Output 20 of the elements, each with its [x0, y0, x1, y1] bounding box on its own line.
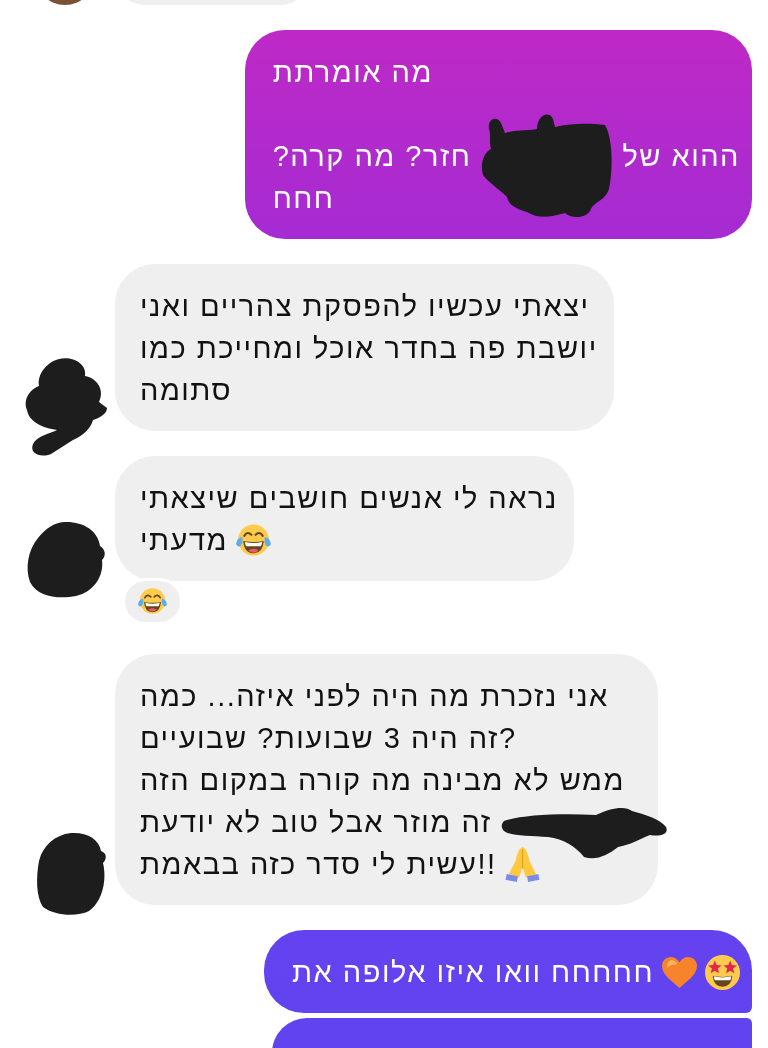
- heart-icon: [662, 954, 697, 990]
- praying-hands-icon: [504, 846, 540, 882]
- message-text: אני נזכרת מה היה לפני איזה... כמה: [140, 679, 609, 714]
- message-text: חחחחח וואו איזו אלופה את: [292, 955, 654, 990]
- message-text: יושבת פה בחדר אוכל ומחייכת כמו: [140, 331, 598, 366]
- message-text: סתומה: [140, 373, 233, 408]
- message-text: מדעתי: [140, 523, 228, 558]
- message-text: מה אומרתת: [272, 55, 433, 90]
- message-text: ממש לא מבינה מה קורה במקום הזה: [140, 763, 625, 798]
- message-text: !!עשית לי סדר כזה בבאמת: [140, 847, 497, 882]
- message-text: זה מוזר אבל טוב לא יודעת: [140, 805, 492, 840]
- laughing-face-icon: [138, 587, 167, 616]
- message-text: חזר? מה קרה?: [272, 139, 472, 174]
- message-text: נראה לי אנשים חושבים שיצאתי: [140, 481, 558, 516]
- laughing-face-icon: [235, 522, 271, 558]
- message-text: יצאתי עכשיו להפסקת צהריים ואני: [140, 289, 590, 324]
- star-eyes-face-icon: [705, 954, 740, 990]
- message-text: ?זה היה 3 שבועות? שבועיים: [140, 721, 517, 756]
- message-text: חחח: [272, 181, 335, 216]
- message-text: ההוא של: [622, 139, 740, 174]
